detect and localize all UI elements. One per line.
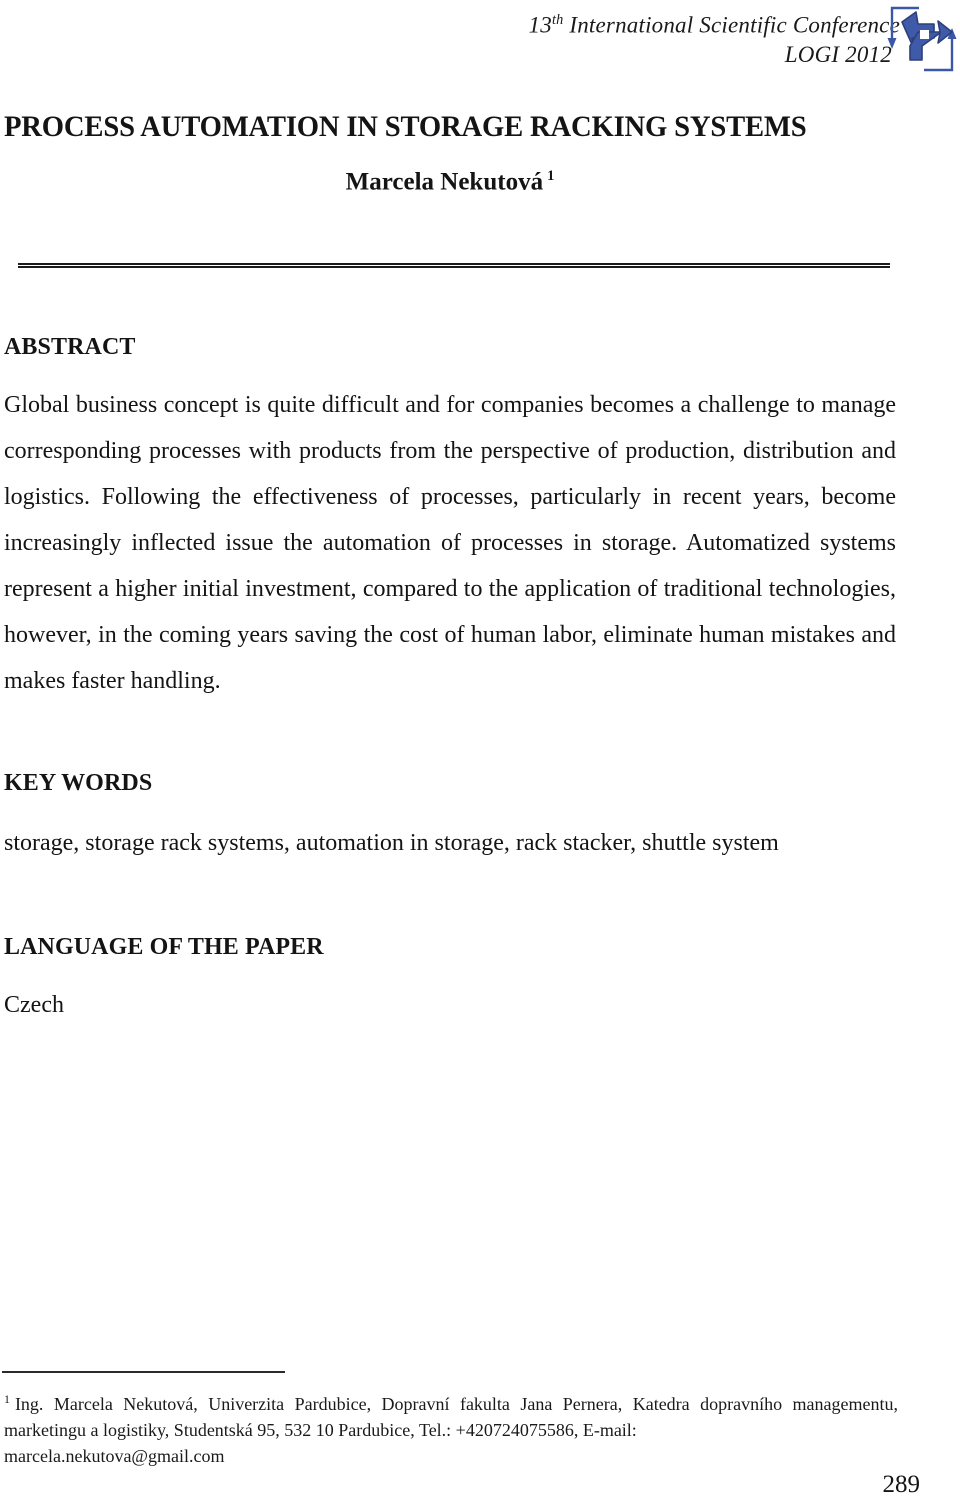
keywords-heading: KEY WORDS bbox=[4, 770, 153, 796]
conference-ordinal-suffix: th bbox=[551, 12, 564, 28]
page-number: 289 bbox=[882, 1471, 921, 1498]
author-line: Marcela Nekutová 1 bbox=[0, 160, 900, 198]
abstract-heading: ABSTRACT bbox=[4, 334, 136, 360]
language-text: Czech bbox=[4, 992, 64, 1018]
footnote-separator bbox=[2, 1371, 285, 1373]
header-divider bbox=[18, 263, 890, 268]
keywords-text: storage, storage rack systems, automatio… bbox=[4, 830, 779, 856]
author-name: Marcela Nekutová bbox=[345, 168, 544, 196]
footnote-email: marcela.nekutova@gmail.com bbox=[4, 1446, 225, 1466]
abstract-text: Global business concept is quite difficu… bbox=[4, 392, 896, 694]
logi-cycle-arrows-logo bbox=[886, 4, 958, 74]
document-page: 13th International Scientific Conference… bbox=[0, 0, 960, 1512]
language-heading: LANGUAGE OF THE PAPER bbox=[4, 934, 324, 960]
footnote: 1 Ing. Marcela Nekutová, Univerzita Pardu… bbox=[4, 1386, 898, 1469]
conference-name-line: 13th International Scientific Conference bbox=[0, 6, 900, 40]
footnote-marker: 1 bbox=[4, 1392, 10, 1406]
conference-ordinal: 13 bbox=[528, 12, 552, 38]
conference-title: International Scientific Conference bbox=[563, 12, 900, 38]
footnote-text: Ing. Marcela Nekutová, Univerzita Pardub… bbox=[4, 1394, 898, 1440]
conference-edition-line: LOGI 2012 bbox=[784, 41, 892, 67]
author-footnote-marker: 1 bbox=[547, 168, 555, 184]
page-title: PROCESS AUTOMATION IN STORAGE RACKING SY… bbox=[4, 110, 807, 144]
running-header: 13th International Scientific Conference… bbox=[0, 6, 900, 69]
